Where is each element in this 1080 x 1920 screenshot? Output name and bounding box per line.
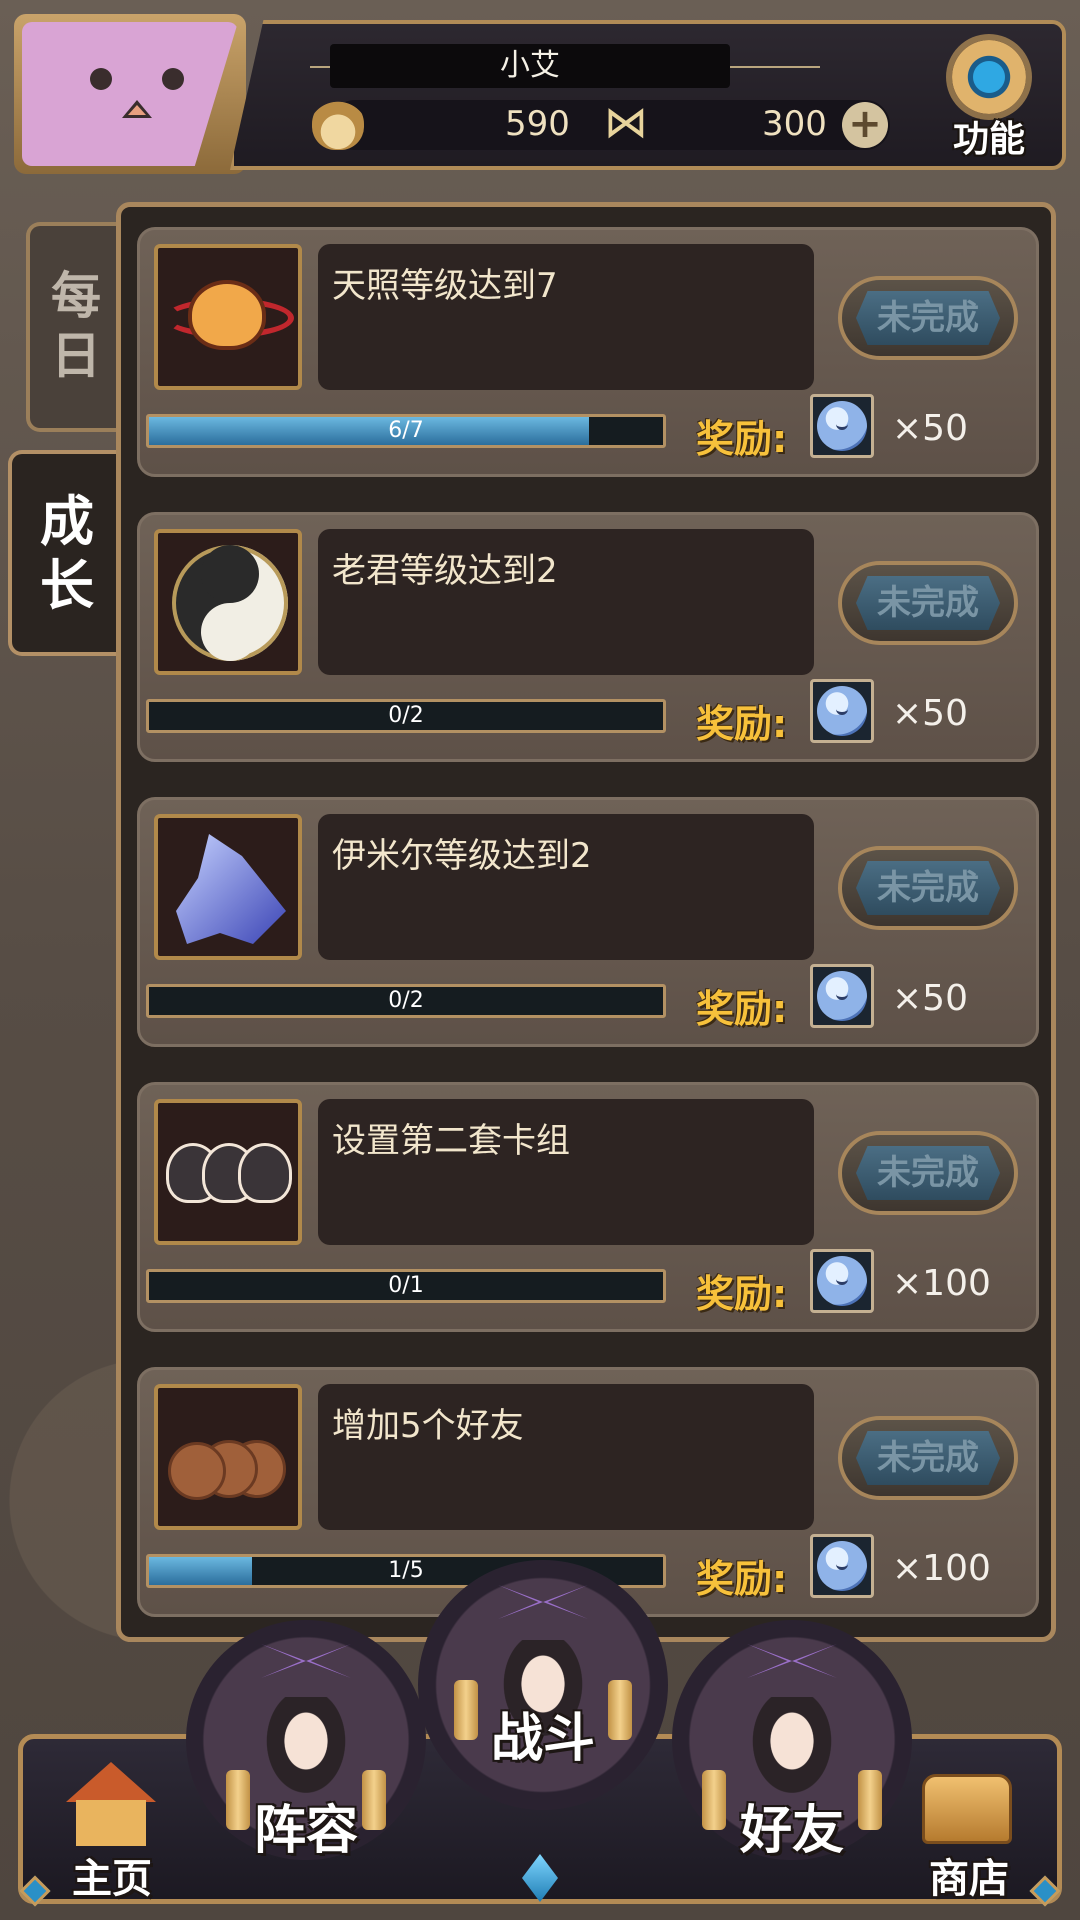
progress-text: 0/1 <box>388 1273 424 1298</box>
quest-list-panel: 天照等级达到7 未完成 6/7 奖励: ×50 老君等级达到2 未完成 0/2 … <box>116 202 1056 1642</box>
bear-friends-icon <box>162 1434 298 1504</box>
nav-friends-label: 好友 <box>739 1801 844 1861</box>
nav-friends-button[interactable]: 好友 <box>672 1620 912 1861</box>
quest-title: 老君等级达到2 <box>318 529 814 675</box>
divider <box>720 66 820 68</box>
reward-item[interactable] <box>810 394 874 458</box>
quest-icon <box>154 814 302 960</box>
coin-icon <box>817 1541 867 1591</box>
coin-icon <box>817 971 867 1021</box>
function-label: 功能 <box>952 119 1025 160</box>
quest-card: 天照等级达到7 未完成 6/7 奖励: ×50 <box>137 227 1039 477</box>
quest-card: 设置第二套卡组 未完成 0/1 奖励: ×100 <box>137 1082 1039 1332</box>
gold-amount: 590 <box>505 104 570 144</box>
nav-battle-button[interactable]: 战斗 <box>418 1560 668 1810</box>
quest-progress-bar: 0/2 <box>146 984 666 1018</box>
coin-icon <box>817 686 867 736</box>
quest-status-button[interactable]: 未完成 <box>838 1416 1018 1500</box>
quest-status-label: 未完成 <box>856 1146 1000 1200</box>
quest-title: 天照等级达到7 <box>318 244 814 390</box>
quest-status-label: 未完成 <box>856 1431 1000 1485</box>
quest-icon <box>154 1384 302 1530</box>
tab-daily[interactable]: 每日 <box>26 222 122 432</box>
avatar-eye-icon <box>90 68 112 90</box>
butterfly-icon: ⋈ <box>604 97 648 148</box>
quest-title: 伊米尔等级达到2 <box>318 814 814 960</box>
avatar[interactable] <box>22 22 238 166</box>
nav-home-button[interactable]: 主页 <box>52 1750 172 1902</box>
reward-label: 奖励: <box>696 417 788 461</box>
flame-currency-icon <box>312 98 364 150</box>
bow-icon <box>498 1585 588 1619</box>
nav-battle-label: 战斗 <box>490 1709 595 1769</box>
reward-count: ×50 <box>892 408 968 449</box>
gear-icon <box>952 40 1026 114</box>
quest-status-button[interactable]: 未完成 <box>838 561 1018 645</box>
quest-status-button[interactable]: 未完成 <box>838 846 1018 930</box>
bottom-nav: 主页 阵容 战斗 好友 商店 <box>0 1560 1080 1920</box>
quest-title: 增加5个好友 <box>318 1384 814 1530</box>
quest-status-button[interactable]: 未完成 <box>838 1131 1018 1215</box>
quest-card: 老君等级达到2 未完成 0/2 奖励: ×50 <box>137 512 1039 762</box>
tab-growth[interactable]: 成长 <box>8 450 122 656</box>
quest-card: 伊米尔等级达到2 未完成 0/2 奖励: ×50 <box>137 797 1039 1047</box>
coin-icon <box>817 401 867 451</box>
reward-item[interactable] <box>810 1249 874 1313</box>
quest-status-button[interactable]: 未完成 <box>838 276 1018 360</box>
player-name: 小艾 <box>330 44 730 88</box>
quest-title: 设置第二套卡组 <box>318 1099 814 1245</box>
reward-count: ×100 <box>892 1548 991 1589</box>
nav-shop-button[interactable]: 商店 <box>904 1750 1034 1902</box>
quest-progress-bar: 0/1 <box>146 1269 666 1303</box>
quest-icon <box>154 244 302 390</box>
yin-yang-icon <box>172 545 288 661</box>
progress-text: 0/2 <box>388 988 424 1013</box>
reward-count: ×50 <box>892 978 968 1019</box>
bow-icon <box>747 1644 837 1678</box>
reward-item[interactable] <box>810 1534 874 1598</box>
reward-label: 奖励: <box>696 1272 788 1316</box>
tab-growth-label: 成长 <box>40 490 94 617</box>
reward-item[interactable] <box>810 679 874 743</box>
header: 小艾 590 ⋈ 300 + 功能 <box>0 0 1080 180</box>
quest-status-label: 未完成 <box>856 861 1000 915</box>
reward-label: 奖励: <box>696 987 788 1031</box>
quest-progress-bar: 0/2 <box>146 699 666 733</box>
nav-home-label: 主页 <box>72 1856 152 1902</box>
avatar-mouth-icon <box>122 100 152 118</box>
player-avatar-frame[interactable] <box>14 14 246 174</box>
gem-amount: 300 <box>762 104 827 144</box>
quest-status-label: 未完成 <box>856 291 1000 345</box>
tab-daily-label: 每日 <box>51 267 101 385</box>
quest-icon <box>154 529 302 675</box>
crystal-icon <box>176 834 286 944</box>
quest-progress-bar: 6/7 <box>146 414 666 448</box>
function-button[interactable]: 功能 <box>924 40 1054 160</box>
add-currency-button[interactable]: + <box>842 102 888 148</box>
sun-mascot-icon <box>188 280 266 350</box>
progress-text: 0/2 <box>388 703 424 728</box>
house-icon <box>66 1762 156 1846</box>
reward-label: 奖励: <box>696 1557 788 1601</box>
reward-item[interactable] <box>810 964 874 1028</box>
quest-icon <box>154 1099 302 1245</box>
nav-shop-label: 商店 <box>929 1856 1009 1902</box>
bow-icon <box>261 1644 351 1678</box>
treasure-chest-icon <box>922 1774 1012 1844</box>
deck-girls-icon <box>166 1133 296 1213</box>
coin-icon <box>817 1256 867 1306</box>
nav-team-label: 阵容 <box>253 1801 358 1861</box>
nav-team-button[interactable]: 阵容 <box>186 1620 426 1861</box>
quest-status-label: 未完成 <box>856 576 1000 630</box>
reward-count: ×100 <box>892 1263 991 1304</box>
progress-text: 6/7 <box>388 418 424 443</box>
avatar-eye-icon <box>162 68 184 90</box>
reward-label: 奖励: <box>696 702 788 746</box>
reward-count: ×50 <box>892 693 968 734</box>
